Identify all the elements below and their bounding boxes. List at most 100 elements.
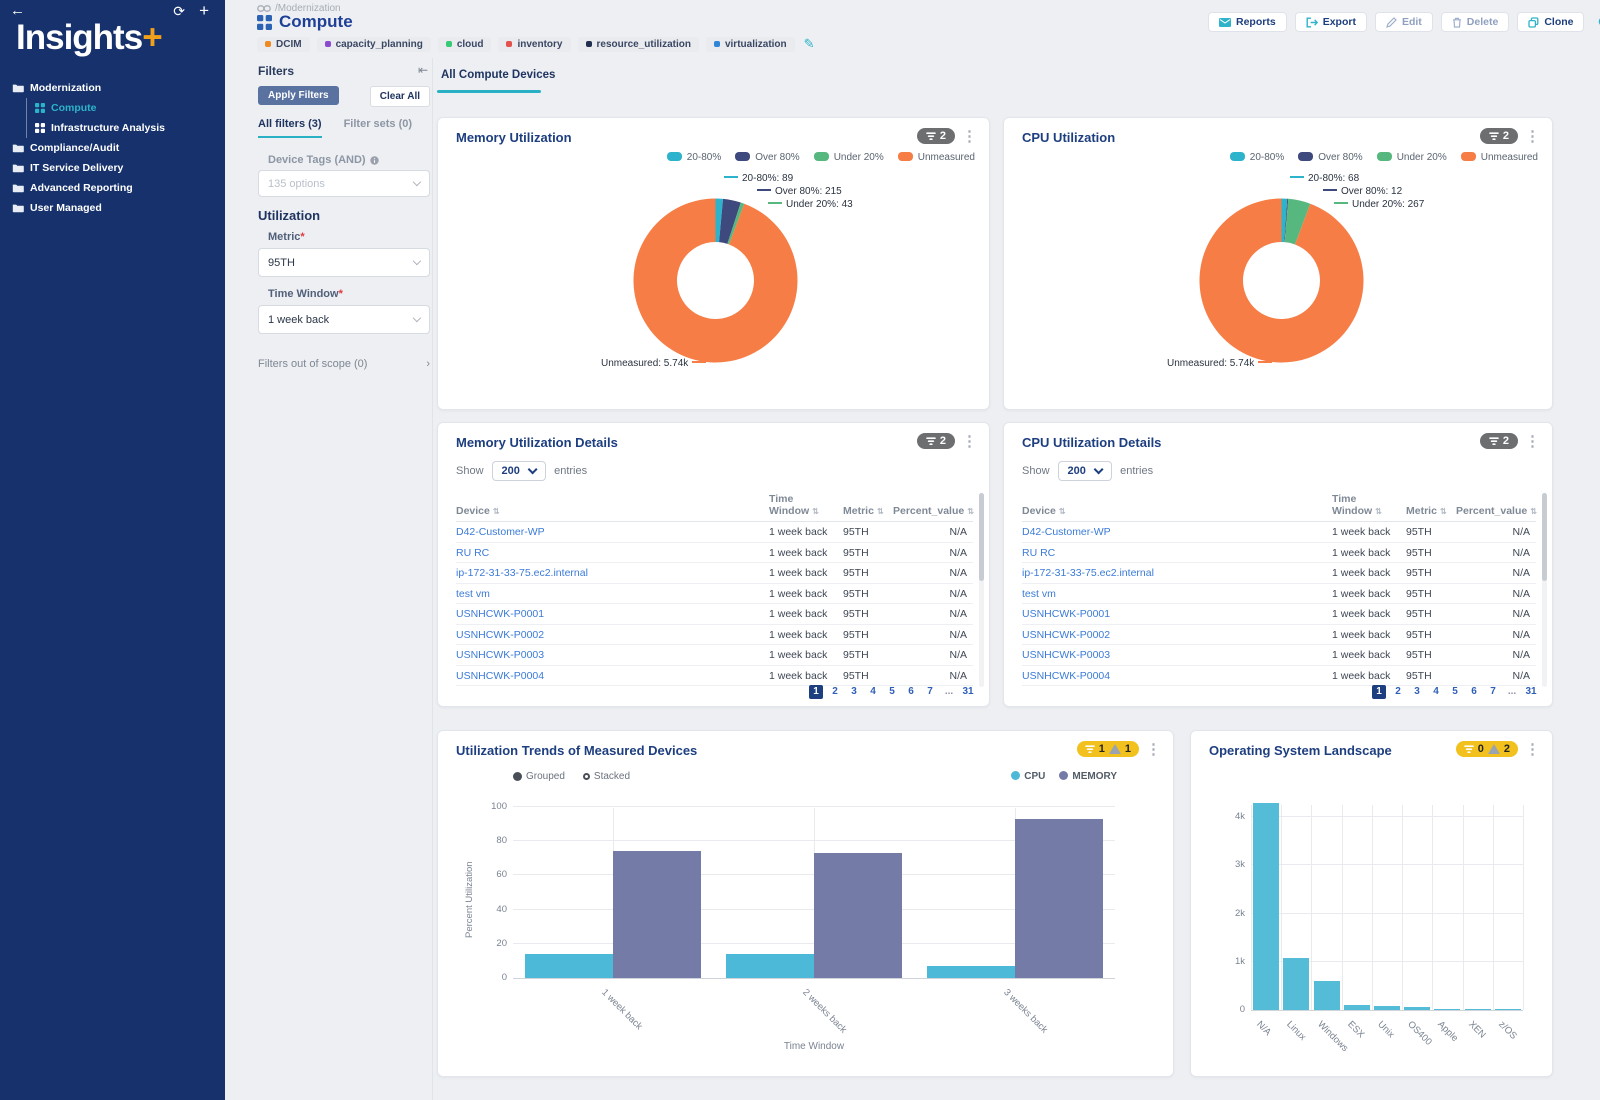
reports-button[interactable]: Reports <box>1208 12 1287 32</box>
device-link[interactable]: USNHCWK-P0004 <box>456 666 769 687</box>
bar-apple[interactable] <box>1434 1009 1460 1011</box>
tab-all-compute-devices[interactable]: All Compute Devices <box>441 69 555 81</box>
bar-n-a[interactable] <box>1253 803 1279 1010</box>
sidebar-children: ComputeInfrastructure Analysis <box>26 98 225 138</box>
pagination-page-7[interactable]: 7 <box>923 685 937 699</box>
apply-filters-button[interactable]: Apply Filters <box>258 86 339 105</box>
bar-memory-3-weeks-back[interactable] <box>1015 819 1103 978</box>
pagination-page-4[interactable]: 4 <box>1429 685 1443 699</box>
bar-memory-1-week-back[interactable] <box>613 851 701 978</box>
column-header-device[interactable]: Device⇅ <box>456 505 769 517</box>
pagination-page-2[interactable]: 2 <box>1391 685 1405 699</box>
pagination-page-3[interactable]: 3 <box>1410 685 1424 699</box>
radio-grouped[interactable]: Grouped <box>513 771 565 782</box>
column-header-percent-value[interactable]: Percent_value⇅ <box>1456 505 1536 517</box>
pagination-page-6[interactable]: 6 <box>1467 685 1481 699</box>
back-arrow-icon[interactable]: ← <box>10 2 25 19</box>
device-link[interactable]: D42-Customer-WP <box>1022 522 1332 543</box>
column-header-time-window[interactable]: Time Window⇅ <box>769 493 843 517</box>
pagination-page-31[interactable]: 31 <box>961 685 975 699</box>
pagination-page-3[interactable]: 3 <box>847 685 861 699</box>
device-link[interactable]: USNHCWK-P0003 <box>1022 645 1332 666</box>
device-link[interactable]: RU RC <box>1022 543 1332 564</box>
bar-esx[interactable] <box>1344 1005 1370 1010</box>
column-header-percent-value[interactable]: Percent_value⇅ <box>893 505 973 517</box>
clear-all-button[interactable]: Clear All <box>370 86 430 107</box>
pagination-page-1[interactable]: 1 <box>1372 685 1386 699</box>
pagination-page-31[interactable]: 31 <box>1524 685 1538 699</box>
pagination-page-5[interactable]: 5 <box>885 685 899 699</box>
column-header-metric[interactable]: Metric⇅ <box>843 505 893 517</box>
device-link[interactable]: USNHCWK-P0001 <box>1022 604 1332 625</box>
table-scrollbar[interactable] <box>1542 493 1547 687</box>
radio-stacked[interactable]: Stacked <box>583 771 630 782</box>
pagination-page-2[interactable]: 2 <box>828 685 842 699</box>
delete-button[interactable]: Delete <box>1441 12 1510 32</box>
filter-tab-all-filters-3[interactable]: All filters (3) <box>258 118 322 138</box>
sidebar-item-it-service-delivery[interactable]: IT Service Delivery <box>0 158 225 178</box>
device-link[interactable]: D42-Customer-WP <box>456 522 769 543</box>
bar-memory-2-weeks-back[interactable] <box>814 853 902 978</box>
bar-windows[interactable] <box>1314 981 1340 1010</box>
sidebar-add-icon[interactable]: + <box>199 1 209 21</box>
column-header-metric[interactable]: Metric⇅ <box>1406 505 1456 517</box>
table-row: USNHCWK-P00021 week back95THN/A <box>456 625 973 646</box>
tag-label: inventory <box>517 39 562 50</box>
device-link[interactable]: ip-172-31-33-75.ec2.internal <box>456 563 769 584</box>
metric-select[interactable]: 95TH <box>258 248 430 277</box>
clone-button[interactable]: Clone <box>1517 12 1584 32</box>
bar-z-os[interactable] <box>1495 1009 1521 1011</box>
sidebar-refresh-icon[interactable]: ⟳ <box>173 3 185 20</box>
pagination-page-6[interactable]: 6 <box>904 685 918 699</box>
device-link[interactable]: ip-172-31-33-75.ec2.internal <box>1022 563 1332 584</box>
pagination-page-5[interactable]: 5 <box>1448 685 1462 699</box>
column-header-time-window[interactable]: Time Window⇅ <box>1332 493 1406 517</box>
edit-button[interactable]: Edit <box>1375 12 1433 32</box>
bar-linux[interactable] <box>1283 958 1309 1010</box>
trends-bar-chart[interactable]: 0204060801001 week back2 weeks back3 wee… <box>513 808 1115 979</box>
column-header-device[interactable]: Device⇅ <box>1022 505 1332 517</box>
table-header-row: Device⇅Time Window⇅Metric⇅Percent_value⇅ <box>456 493 973 522</box>
pagination-page-4[interactable]: 4 <box>866 685 880 699</box>
kebab-menu-icon[interactable]: ⋮ <box>962 434 977 449</box>
bar-cpu-2-weeks-back[interactable] <box>726 954 814 978</box>
device-link[interactable]: RU RC <box>456 543 769 564</box>
percent-value-cell: N/A <box>1456 563 1536 584</box>
bar-cpu-1-week-back[interactable] <box>525 954 613 978</box>
sidebar-item-compliance-audit[interactable]: Compliance/Audit <box>0 138 225 158</box>
device-link[interactable]: USNHCWK-P0004 <box>1022 666 1332 687</box>
pagination-page-1[interactable]: 1 <box>809 685 823 699</box>
sidebar-item-advanced-reporting[interactable]: Advanced Reporting <box>0 178 225 198</box>
kebab-menu-icon[interactable]: ⋮ <box>1525 742 1540 757</box>
sidebar-item-compute[interactable]: Compute <box>27 98 225 118</box>
device-link[interactable]: test vm <box>456 584 769 605</box>
device-link[interactable]: USNHCWK-P0003 <box>456 645 769 666</box>
table-scrollbar[interactable] <box>979 493 984 687</box>
bar-xen[interactable] <box>1465 1009 1491 1011</box>
sidebar-item-modernization[interactable]: Modernization <box>0 78 225 98</box>
export-button[interactable]: Export <box>1295 12 1367 32</box>
os-bar-chart[interactable]: 01k2k3k4kN/ALinuxWindowsESXUnixOS400Appl… <box>1251 805 1523 1011</box>
percent-value-cell: N/A <box>893 563 973 584</box>
device-link[interactable]: test vm <box>1022 584 1332 605</box>
sidebar-item-infrastructure-analysis[interactable]: Infrastructure Analysis <box>27 118 225 138</box>
sidebar-item-user-managed[interactable]: User Managed <box>0 198 225 218</box>
bar-os400[interactable] <box>1404 1007 1430 1010</box>
kebab-menu-icon[interactable]: ⋮ <box>1525 434 1540 449</box>
kebab-menu-icon[interactable]: ⋮ <box>1146 742 1161 757</box>
pagination-page-7[interactable]: 7 <box>1486 685 1500 699</box>
filter-tab-filter-sets-0[interactable]: Filter sets (0) <box>344 118 412 138</box>
filters-out-of-scope[interactable]: Filters out of scope (0)› <box>258 358 430 370</box>
device-tags-select[interactable]: 135 options <box>258 170 430 197</box>
page-size-select[interactable]: 200 <box>492 461 547 481</box>
device-link[interactable]: USNHCWK-P0002 <box>1022 625 1332 646</box>
collapse-filters-icon[interactable]: ⇤ <box>418 63 428 77</box>
time-window-select[interactable]: 1 week back <box>258 305 430 334</box>
device-link[interactable]: USNHCWK-P0001 <box>456 604 769 625</box>
device-link[interactable]: USNHCWK-P0002 <box>456 625 769 646</box>
column-label: Device <box>1022 505 1056 517</box>
page-size-select[interactable]: 200 <box>1058 461 1113 481</box>
edit-tags-pencil-icon[interactable]: ✎ <box>804 36 815 52</box>
bar-unix[interactable] <box>1374 1006 1400 1010</box>
bar-cpu-3-weeks-back[interactable] <box>927 966 1015 978</box>
